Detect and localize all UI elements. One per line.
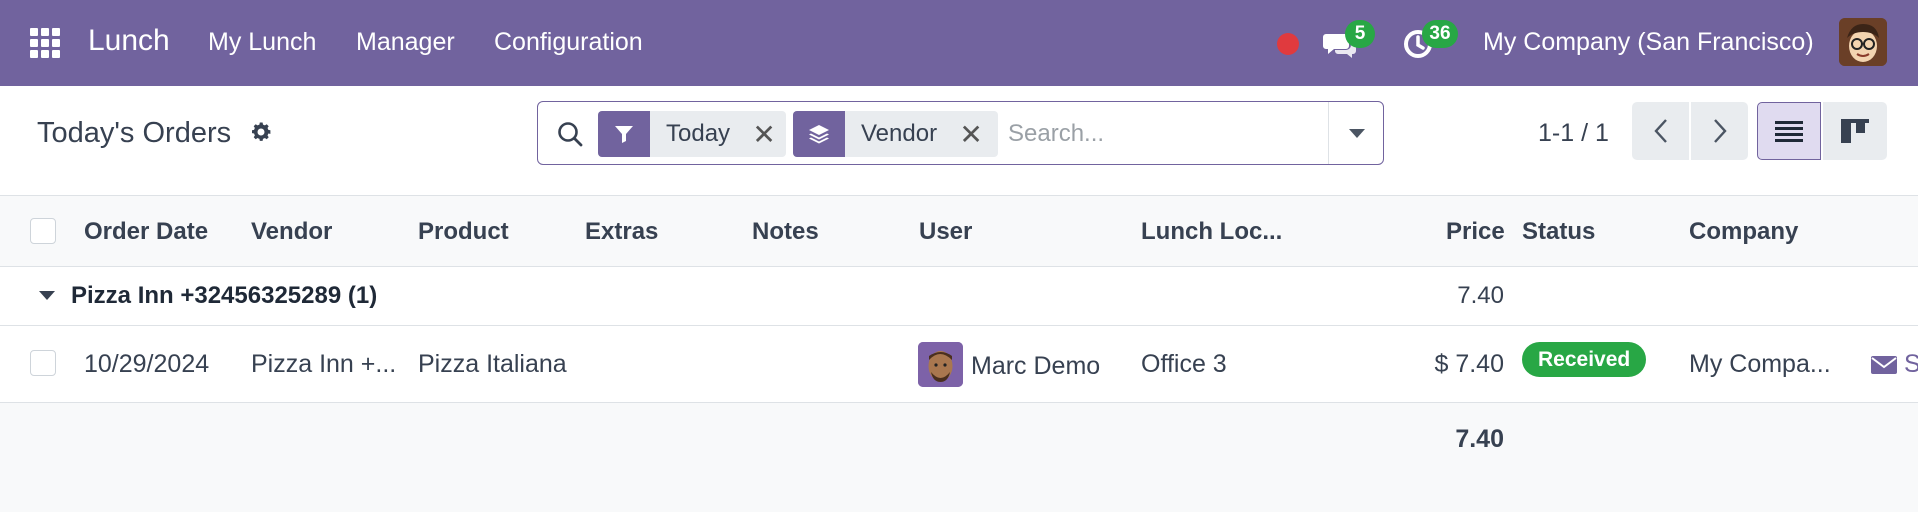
gear-icon[interactable] xyxy=(249,120,273,144)
app-name[interactable]: Lunch xyxy=(88,24,170,58)
cell-vendor: Pizza Inn +... xyxy=(251,350,397,378)
table-footer: 7.40 xyxy=(0,403,1918,512)
group-by-layers-icon xyxy=(793,111,845,157)
control-panel: Today's Orders Today ✕ Vendor ✕ Search..… xyxy=(0,86,1918,196)
facet-label: Vendor xyxy=(861,120,938,147)
avatar[interactable] xyxy=(918,342,963,387)
menu-my-lunch[interactable]: My Lunch xyxy=(208,28,316,57)
group-label: Pizza Inn +32456325289 (1) xyxy=(71,282,378,309)
search-bar: Today ✕ Vendor ✕ xyxy=(537,101,1384,165)
column-price[interactable]: Price xyxy=(1446,218,1505,246)
status-badge: Received xyxy=(1522,342,1647,377)
cell-lunch-location: Office 3 xyxy=(1141,350,1227,378)
list-view-button[interactable] xyxy=(1757,102,1821,160)
company-switcher[interactable]: My Company (San Francisco) xyxy=(1483,28,1814,57)
groupby-facet-vendor[interactable]: Vendor ✕ xyxy=(793,111,998,157)
chevron-down-icon xyxy=(1348,128,1365,138)
filter-facet-today[interactable]: Today ✕ xyxy=(598,111,786,157)
activities-count-badge: 36 xyxy=(1422,20,1458,48)
caret-down-icon xyxy=(39,291,55,300)
cell-company: My Compa... xyxy=(1689,350,1831,378)
pager-next-button[interactable] xyxy=(1691,102,1748,160)
filter-icon xyxy=(598,111,650,157)
top-navbar: Lunch My Lunch Manager Configuration 5 3… xyxy=(0,0,1918,86)
column-lunch-location[interactable]: Lunch Loc... xyxy=(1141,218,1282,246)
cell-user: Marc Demo xyxy=(971,352,1101,380)
row-action-button[interactable]: S xyxy=(1904,350,1918,379)
search-icon[interactable] xyxy=(556,120,584,148)
search-options-toggle[interactable] xyxy=(1328,102,1384,164)
close-icon[interactable]: ✕ xyxy=(953,111,989,157)
cell-order-date: 10/29/2024 xyxy=(84,350,210,378)
pager-value[interactable]: 1-1 / 1 xyxy=(1538,119,1609,148)
column-status[interactable]: Status xyxy=(1522,218,1595,246)
pager-previous-button[interactable] xyxy=(1632,102,1689,160)
chevron-left-icon xyxy=(1653,119,1667,143)
app-grid-icon[interactable] xyxy=(30,28,64,58)
search-input[interactable] xyxy=(1008,112,1328,156)
cell-product: Pizza Italiana xyxy=(418,350,567,378)
messages-count-badge: 5 xyxy=(1345,20,1375,48)
chevron-right-icon xyxy=(1713,119,1727,143)
page-title[interactable]: Today's Orders xyxy=(37,117,231,150)
column-vendor[interactable]: Vendor xyxy=(251,218,332,246)
group-row[interactable]: Pizza Inn +32456325289 (1) 7.40 xyxy=(0,267,1918,326)
cell-price: $ 7.40 xyxy=(1434,350,1504,378)
menu-manager[interactable]: Manager xyxy=(356,28,455,57)
column-product[interactable]: Product xyxy=(418,218,509,246)
recording-indicator-icon[interactable] xyxy=(1277,33,1299,55)
group-total: 7.40 xyxy=(1457,282,1504,309)
menu-configuration[interactable]: Configuration xyxy=(494,28,643,57)
kanban-view-icon xyxy=(1841,119,1869,143)
column-extras[interactable]: Extras xyxy=(585,218,658,246)
column-user[interactable]: User xyxy=(919,218,972,246)
select-all-checkbox[interactable] xyxy=(30,218,56,244)
facet-label: Today xyxy=(666,120,731,147)
column-notes[interactable]: Notes xyxy=(752,218,819,246)
column-order-date[interactable]: Order Date xyxy=(84,218,208,246)
column-company[interactable]: Company xyxy=(1689,218,1798,246)
grand-total: 7.40 xyxy=(1455,425,1504,453)
kanban-view-button[interactable] xyxy=(1823,102,1887,160)
row-checkbox[interactable] xyxy=(30,350,56,376)
table-row[interactable]: 10/29/2024 Pizza Inn +... Pizza Italiana… xyxy=(0,326,1918,403)
table-header: Order Date Vendor Product Extras Notes U… xyxy=(0,196,1918,267)
list-view-icon xyxy=(1775,121,1803,142)
envelope-icon[interactable] xyxy=(1870,354,1898,376)
user-avatar[interactable] xyxy=(1839,18,1887,66)
close-icon[interactable]: ✕ xyxy=(746,111,782,157)
